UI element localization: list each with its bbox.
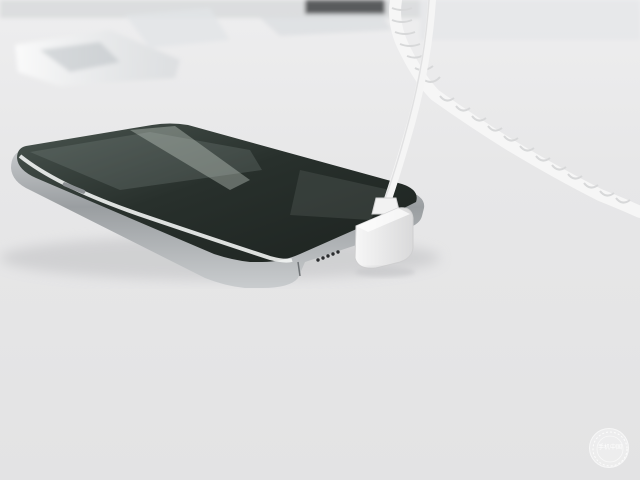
photo-illustration	[0, 0, 640, 480]
connector-shadow	[355, 267, 415, 277]
watermark-text: 手机中国	[597, 444, 622, 451]
watermark-badge: 手机中国	[589, 428, 629, 468]
photo-scene: 手机中国	[0, 0, 640, 480]
